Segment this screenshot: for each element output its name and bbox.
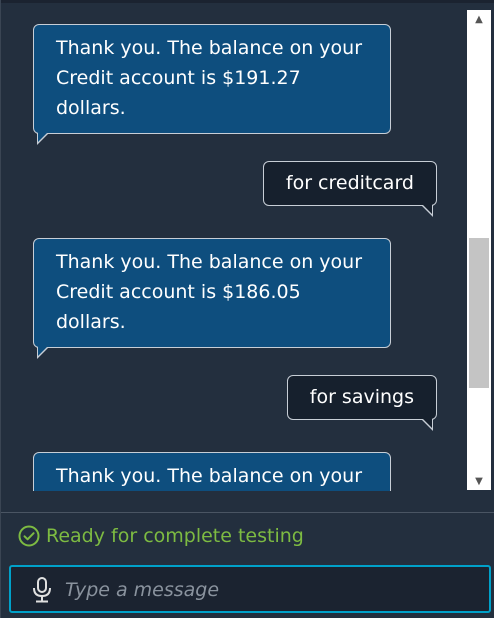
message-text: Thank you. The balance on your Credit ac… — [56, 37, 363, 119]
scrollbar[interactable]: ▲ ▼ — [467, 10, 491, 490]
scroll-thumb[interactable] — [469, 238, 489, 388]
message-input[interactable] — [65, 573, 475, 607]
bot-message: Thank you. The balance on your Credit ac… — [33, 24, 391, 145]
check-circle-icon — [18, 525, 40, 547]
bubble-tail — [37, 346, 49, 359]
message-text: Thank you. The balance on your — [56, 465, 363, 487]
bubble-tail — [421, 204, 433, 217]
scroll-down-arrow-icon[interactable]: ▼ — [467, 472, 491, 490]
bubble-tail — [37, 132, 49, 145]
microphone-icon[interactable] — [31, 576, 53, 604]
status-indicator: Ready for complete testing — [18, 522, 304, 550]
divider — [1, 512, 494, 513]
message-input-container[interactable] — [9, 565, 491, 613]
bot-message: Thank you. The balance on your — [33, 452, 391, 491]
bot-message: Thank you. The balance on your Credit ac… — [33, 238, 391, 359]
scroll-up-arrow-icon[interactable]: ▲ — [467, 10, 491, 28]
message-text: Thank you. The balance on your Credit ac… — [56, 251, 363, 333]
message-list[interactable]: Thank you. The balance on your Credit ac… — [1, 3, 467, 491]
status-text: Ready for complete testing — [46, 525, 304, 547]
user-message: for creditcard — [262, 161, 437, 217]
message-text: for creditcard — [285, 172, 414, 194]
message-text: for savings — [309, 386, 414, 408]
user-message: for savings — [286, 375, 437, 431]
chat-window: Thank you. The balance on your Credit ac… — [0, 0, 494, 618]
bubble-tail — [421, 418, 433, 431]
